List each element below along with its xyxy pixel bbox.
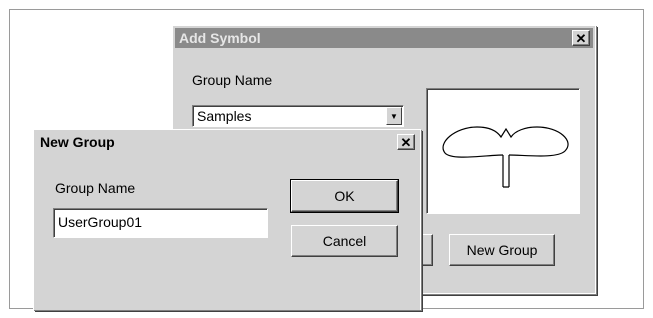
cancel-button-label: Cancel (322, 233, 367, 249)
group-name-combobox-value: Samples (197, 108, 252, 124)
group-name-combobox[interactable]: Samples ▼ (192, 105, 404, 127)
group-name-input-value: UserGroup01 (58, 214, 143, 230)
new-group-button[interactable]: New Group (449, 234, 555, 266)
close-icon: ✕ (575, 30, 587, 46)
new-group-button-label: New Group (466, 242, 538, 258)
ok-button[interactable]: OK (290, 179, 399, 213)
combobox-dropdown-button[interactable]: ▼ (386, 107, 402, 125)
new-group-close-button[interactable]: ✕ (397, 134, 415, 150)
add-symbol-titlebar: Add Symbol ✕ (175, 28, 593, 48)
add-symbol-title: Add Symbol (179, 30, 261, 46)
new-group-title: New Group (40, 134, 115, 150)
symbol-preview (426, 88, 580, 214)
new-group-dialog: New Group ✕ Group Name UserGroup01 OK Ca… (33, 129, 421, 310)
cancel-button[interactable]: Cancel (291, 225, 398, 257)
new-group-titlebar: New Group ✕ (36, 132, 418, 152)
ok-button-label: OK (334, 188, 355, 204)
chevron-down-icon: ▼ (390, 111, 398, 121)
add-symbol-group-label: Group Name (192, 72, 273, 88)
new-group-group-label: Group Name (55, 180, 136, 196)
symbol-preview-icon (442, 126, 569, 188)
close-icon: ✕ (400, 134, 412, 150)
add-symbol-close-button[interactable]: ✕ (572, 30, 590, 46)
group-name-input[interactable]: UserGroup01 (53, 208, 268, 238)
